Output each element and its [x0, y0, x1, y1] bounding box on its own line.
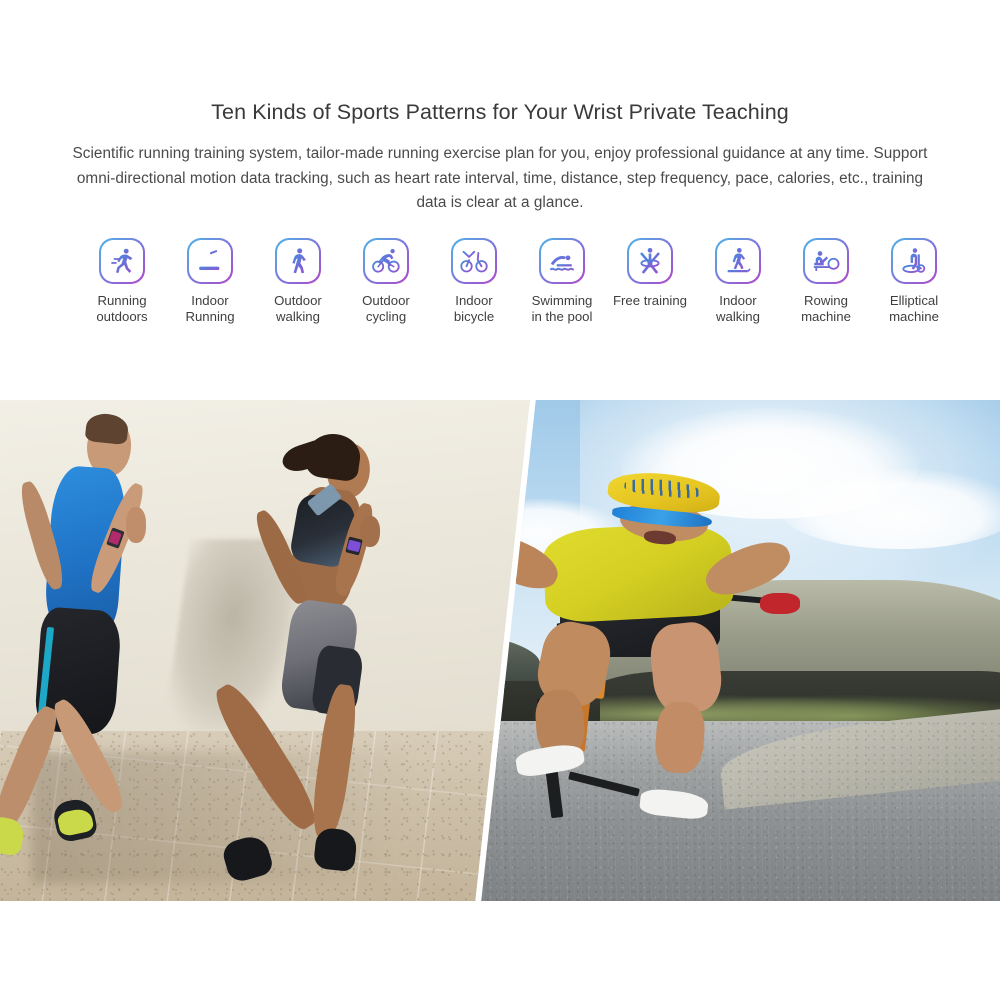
sport-mode-label: Outdoor cycling	[362, 293, 410, 325]
sport-mode-free-training[interactable]: Free training	[606, 238, 694, 309]
indoor-running-treadmill-icon	[187, 238, 233, 284]
sports-modes-row: Running outdoors Indoor Running Outdoor …	[78, 238, 939, 326]
sport-mode-outdoor-cycling[interactable]: Outdoor cycling	[342, 238, 430, 326]
outdoor-walking-icon	[275, 238, 321, 284]
product-feature-page: Ten Kinds of Sports Patterns for Your Wr…	[0, 0, 1000, 1000]
free-training-icon	[627, 238, 673, 284]
lifestyle-photo-band	[0, 398, 1000, 903]
sport-mode-label: Indoor bicycle	[453, 293, 495, 325]
page-title: Ten Kinds of Sports Patterns for Your Wr…	[211, 100, 789, 124]
sport-mode-indoor-walking[interactable]: Indoor walking	[694, 238, 782, 326]
indoor-bicycle-icon	[451, 238, 497, 284]
sport-mode-label: Elliptical machine	[889, 293, 939, 325]
outdoor-cycling-icon	[363, 238, 409, 284]
male-runner	[0, 411, 187, 862]
sport-mode-indoor-running[interactable]: Indoor Running	[166, 238, 254, 326]
intro-text-block: Ten Kinds of Sports Patterns for Your Wr…	[0, 0, 1000, 216]
runners-photo	[0, 398, 530, 903]
sport-mode-label: Indoor Running	[185, 293, 235, 325]
indoor-walking-icon	[715, 238, 761, 284]
sport-mode-label: Indoor walking	[716, 293, 760, 325]
sport-mode-label: Running outdoors	[96, 293, 148, 325]
sport-mode-swimming[interactable]: Swimming in the pool	[518, 238, 606, 326]
female-runner	[206, 430, 429, 893]
running-outdoors-icon	[99, 238, 145, 284]
yellow-jersey	[541, 521, 735, 625]
sport-mode-label: Free training	[612, 293, 688, 308]
sport-mode-outdoor-walking[interactable]: Outdoor walking	[254, 238, 342, 326]
elliptical-machine-icon	[891, 238, 937, 284]
sport-mode-rowing-machine[interactable]: Rowing machine	[782, 238, 870, 326]
swimming-pool-icon	[539, 238, 585, 284]
sport-mode-indoor-bicycle[interactable]: Indoor bicycle	[430, 238, 518, 326]
sport-mode-label: Swimming in the pool	[531, 293, 593, 325]
sport-mode-label: Outdoor walking	[274, 293, 322, 325]
page-description: Scientific running training system, tail…	[72, 144, 928, 212]
sport-mode-label: Rowing machine	[801, 293, 851, 325]
sport-mode-running-outdoors[interactable]: Running outdoors	[78, 238, 166, 326]
sport-mode-elliptical-machine[interactable]: Elliptical machine	[870, 238, 958, 326]
rowing-machine-icon	[803, 238, 849, 284]
